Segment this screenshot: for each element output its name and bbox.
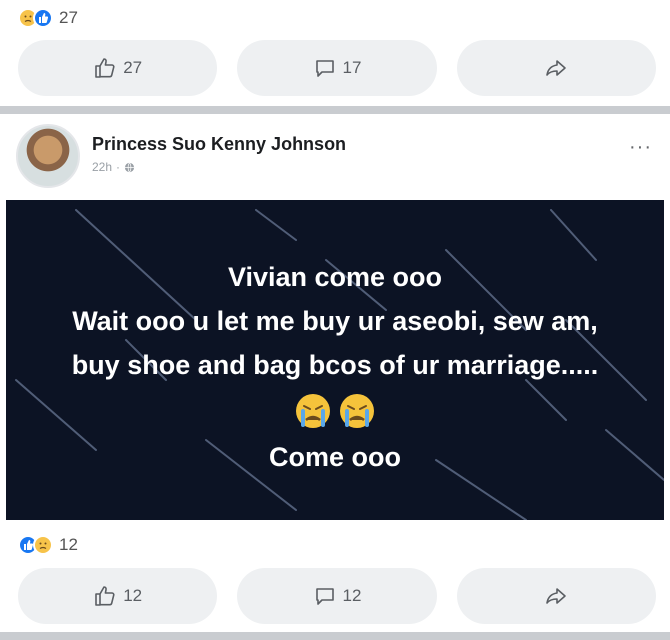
post-author-name[interactable]: Princess Suo Kenny Johnson: [92, 134, 346, 155]
avatar[interactable]: [16, 124, 80, 188]
post2-header: Princess Suo Kenny Johnson 22h · ···: [16, 124, 656, 190]
crying-face-emoji: [340, 394, 374, 428]
globe-icon: [124, 162, 135, 172]
post2-action-bar: 12 12: [18, 568, 656, 624]
post1-comment-button[interactable]: 17: [237, 40, 437, 96]
post1-action-bar: 27 17: [18, 40, 656, 96]
post1-share-button[interactable]: [456, 40, 656, 96]
image-text-line2: Wait ooo u let me buy ur aseobi, sew am,: [72, 306, 598, 336]
sad-emoji-icon: [33, 535, 53, 555]
share-icon: [546, 588, 567, 604]
image-text-line4: Come ooo: [269, 442, 401, 472]
post2-comment-count: 12: [342, 586, 362, 605]
post1-reaction-count: 27: [59, 8, 78, 27]
thumbs-up-icon: [95, 586, 115, 606]
post2-like-count: 12: [123, 586, 143, 605]
post1-like-button[interactable]: 27: [18, 40, 218, 96]
emoji-line: [6, 387, 664, 435]
image-text-line1: Vivian come ooo: [227, 262, 443, 292]
post-meta: 22h ·: [92, 160, 135, 174]
post1-like-count: 27: [123, 58, 143, 77]
post1-comment-count: 17: [342, 58, 362, 77]
post-timestamp[interactable]: 22h: [92, 160, 112, 174]
thumbs-up-icon: [95, 58, 115, 78]
post2-comment-button[interactable]: 12: [237, 568, 437, 624]
like-icon: [33, 8, 53, 28]
post1-reaction-summary[interactable]: 27: [18, 6, 78, 30]
post-image-text: Vivian come ooo Wait ooo u let me buy ur…: [6, 255, 664, 479]
more-options-icon[interactable]: ···: [629, 136, 652, 159]
post2-share-button[interactable]: [456, 568, 656, 624]
post-divider: [0, 106, 670, 114]
post-image[interactable]: Vivian come ooo Wait ooo u let me buy ur…: [6, 200, 664, 520]
comment-icon: [315, 60, 334, 77]
post-divider: [0, 632, 670, 640]
share-icon: [546, 60, 567, 76]
post2-reaction-count: 12: [59, 535, 78, 554]
post2-like-button[interactable]: 12: [18, 568, 218, 624]
post2-reaction-summary[interactable]: 12: [18, 533, 78, 557]
crying-face-emoji: [296, 394, 330, 428]
image-text-line3: buy shoe and bag bcos of ur marriage....…: [71, 350, 599, 380]
comment-icon: [315, 588, 334, 605]
